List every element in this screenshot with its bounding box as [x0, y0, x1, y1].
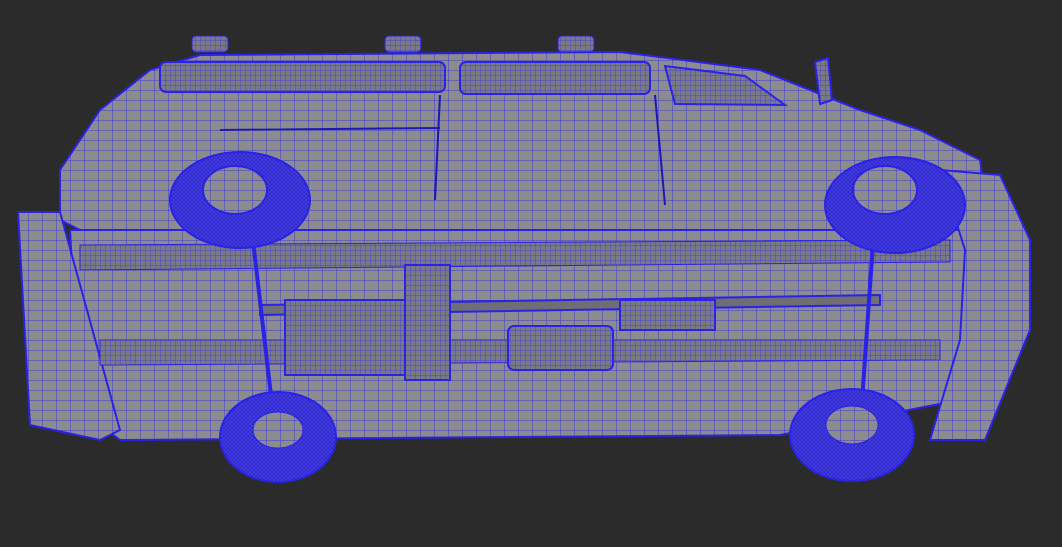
wheel-front-lower: [789, 388, 915, 482]
van-wireframe-render: [16, 35, 1031, 483]
gearbox: [404, 264, 451, 381]
wheel-rear-upper: [169, 151, 311, 249]
exhaust-box: [284, 299, 411, 376]
muffler: [619, 299, 716, 331]
render-viewport: [0, 0, 1062, 547]
roof-lights: [191, 35, 595, 53]
wheel-front-upper: [824, 156, 966, 254]
fuel-tank: [507, 325, 614, 371]
wheel-rear-lower: [219, 391, 337, 483]
